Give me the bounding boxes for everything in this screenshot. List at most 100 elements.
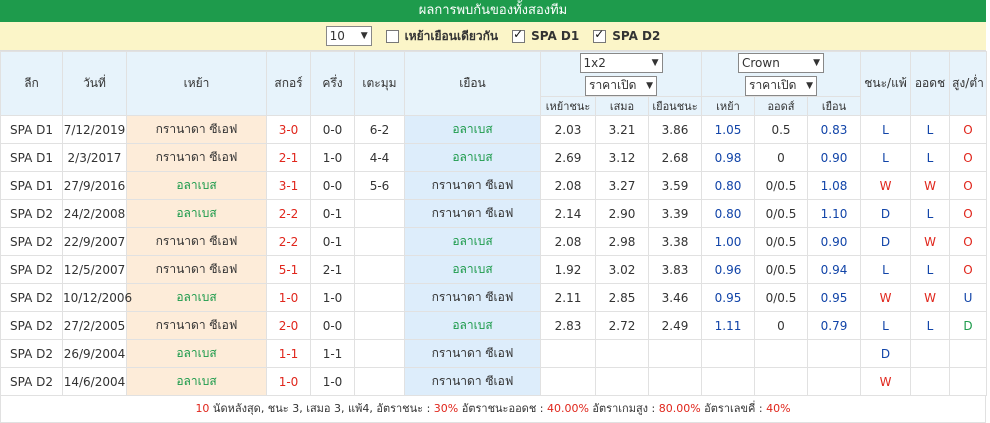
handicap-result-cell: L <box>910 143 950 172</box>
half-score-cell: 0-0 <box>310 115 355 144</box>
odds-draw-cell: 2.90 <box>595 199 649 228</box>
odds-away-win-cell: 3.46 <box>648 283 702 312</box>
odds-home-win-cell: 2.11 <box>540 283 596 312</box>
over-under-cell: O <box>949 143 987 172</box>
hc-home-cell: 1.05 <box>701 115 755 144</box>
table-row: SPA D1 2/3/2017 กรานาดา ซีเอฟ 2-1 1-0 4-4 อลาเ… <box>0 143 987 172</box>
half-score-cell: 1-1 <box>310 339 355 368</box>
date-cell: 24/2/2008 <box>62 199 127 228</box>
away-team-cell[interactable]: อลาเบส <box>404 255 541 284</box>
win-lose-cell: D <box>860 199 911 228</box>
home-team-cell[interactable]: กรานาดา ซีเอฟ <box>126 227 267 256</box>
hc-away-cell: 1.08 <box>807 171 861 200</box>
away-team-cell[interactable]: กรานาดา ซีเอฟ <box>404 339 541 368</box>
odds-away-win-cell <box>648 367 702 396</box>
summary-footer: 10 นัดหลังสุด, ชนะ 3, เสมอ 3, แพ้4, อัตร… <box>0 396 986 423</box>
score-cell: 3-0 <box>266 115 311 144</box>
half-score-cell: 1-0 <box>310 283 355 312</box>
hc-line-cell <box>754 367 808 396</box>
hc-home-cell: 0.80 <box>701 171 755 200</box>
over-under-cell: O <box>949 227 987 256</box>
away-team-cell[interactable]: อลาเบส <box>404 311 541 340</box>
odds1-mode-select[interactable]: ราคาเปิด ▼ <box>585 75 657 96</box>
odds-type-select[interactable]: 1x2 ▼ <box>579 52 663 73</box>
score-cell: 2-1 <box>266 143 311 172</box>
handicap-result-cell: L <box>910 255 950 284</box>
score-cell: 5-1 <box>266 255 311 284</box>
col-over-under: สูง/ต่ำ <box>949 51 987 116</box>
hc-away-cell <box>807 339 861 368</box>
home-team-cell[interactable]: กรานาดา ซีเอฟ <box>126 311 267 340</box>
hc-line-cell: 0/0.5 <box>754 199 808 228</box>
corner-cell <box>354 199 405 228</box>
odds2-mode-select[interactable]: ราคาเปิด ▼ <box>745 75 817 96</box>
handicap-result-cell: L <box>910 199 950 228</box>
home-team-cell[interactable]: กรานาดา ซีเอฟ <box>126 255 267 284</box>
odds-draw-cell: 3.27 <box>595 171 649 200</box>
corner-cell <box>354 255 405 284</box>
chevron-down-icon: ▼ <box>806 80 813 91</box>
col-handicap: ออดช <box>910 51 950 116</box>
odds-draw-cell: 2.85 <box>595 283 649 312</box>
corner-cell <box>354 283 405 312</box>
odds-away-win-cell: 2.49 <box>648 311 702 340</box>
away-team-cell[interactable]: อลาเบส <box>404 227 541 256</box>
league-cell: SPA D2 <box>0 227 63 256</box>
home-team-cell[interactable]: อลาเบส <box>126 199 267 228</box>
odds-draw-cell <box>595 339 649 368</box>
away-team-cell[interactable]: กรานาดา ซีเอฟ <box>404 199 541 228</box>
corner-cell <box>354 339 405 368</box>
home-team-cell[interactable]: อลาเบส <box>126 283 267 312</box>
home-team-cell[interactable]: อลาเบส <box>126 367 267 396</box>
away-team-cell[interactable]: อลาเบส <box>404 143 541 172</box>
hc-away-cell: 0.79 <box>807 311 861 340</box>
odds-home-win-cell: 2.03 <box>540 115 596 144</box>
company-select[interactable]: Crown ▼ <box>738 52 824 73</box>
summary-even-rate: 40% <box>766 402 791 415</box>
hc-away-cell: 0.90 <box>807 143 861 172</box>
odds-away-win-cell: 3.86 <box>648 115 702 144</box>
away-team-cell[interactable]: กรานาดา ซีเอฟ <box>404 367 541 396</box>
odds-home-win-cell <box>540 339 596 368</box>
away-team-cell[interactable]: อลาเบส <box>404 115 541 144</box>
odds-away-win-cell: 3.39 <box>648 199 702 228</box>
odds-draw-cell: 3.02 <box>595 255 649 284</box>
match-count-select[interactable]: 10 ▼ <box>325 26 372 46</box>
odds-type-value: 1x2 <box>583 55 606 70</box>
league-cell: SPA D2 <box>0 255 63 284</box>
half-score-cell: 0-0 <box>310 171 355 200</box>
score-cell: 3-1 <box>266 171 311 200</box>
away-team-cell[interactable]: กรานาดา ซีเอฟ <box>404 283 541 312</box>
summary-hc-label: อัตราชนะออดช : <box>458 402 547 415</box>
col-date: วันที่ <box>62 51 127 116</box>
company-value: Crown <box>742 55 780 70</box>
home-team-cell[interactable]: อลาเบส <box>126 339 267 368</box>
win-lose-cell: L <box>860 115 911 144</box>
odds-away-win-cell: 3.59 <box>648 171 702 200</box>
half-score-cell: 1-0 <box>310 367 355 396</box>
away-team-cell[interactable]: กรานาดา ซีเอฟ <box>404 171 541 200</box>
odds-draw-cell: 3.21 <box>595 115 649 144</box>
sub-home: เหย้า <box>701 96 755 116</box>
date-cell: 7/12/2019 <box>62 115 127 144</box>
handicap-result-cell: W <box>910 227 950 256</box>
home-team-cell[interactable]: กรานาดา ซีเอฟ <box>126 143 267 172</box>
col-half: ครึ่ง <box>310 51 355 116</box>
hc-line-cell <box>754 339 808 368</box>
home-team-cell[interactable]: อลาเบส <box>126 171 267 200</box>
win-lose-cell: L <box>860 311 911 340</box>
hc-home-cell: 0.96 <box>701 255 755 284</box>
home-team-cell[interactable]: กรานาดา ซีเอฟ <box>126 115 267 144</box>
col-away: เยือน <box>404 51 541 116</box>
score-cell: 1-0 <box>266 283 311 312</box>
league-cell: SPA D1 <box>0 171 63 200</box>
panel-title: ผลการพบกันของทั้งสองทีม <box>0 0 986 22</box>
col-league: ลีก <box>0 51 63 116</box>
league2-checkbox[interactable] <box>593 27 607 43</box>
score-cell: 2-2 <box>266 199 311 228</box>
table-row: SPA D2 12/5/2007 กรานาดา ซีเอฟ 5-1 2-1 อลาเบส… <box>0 255 987 284</box>
odds-draw-cell: 2.72 <box>595 311 649 340</box>
same-venue-checkbox[interactable] <box>385 29 399 43</box>
handicap-result-cell <box>910 339 950 368</box>
league1-checkbox[interactable] <box>512 27 526 43</box>
